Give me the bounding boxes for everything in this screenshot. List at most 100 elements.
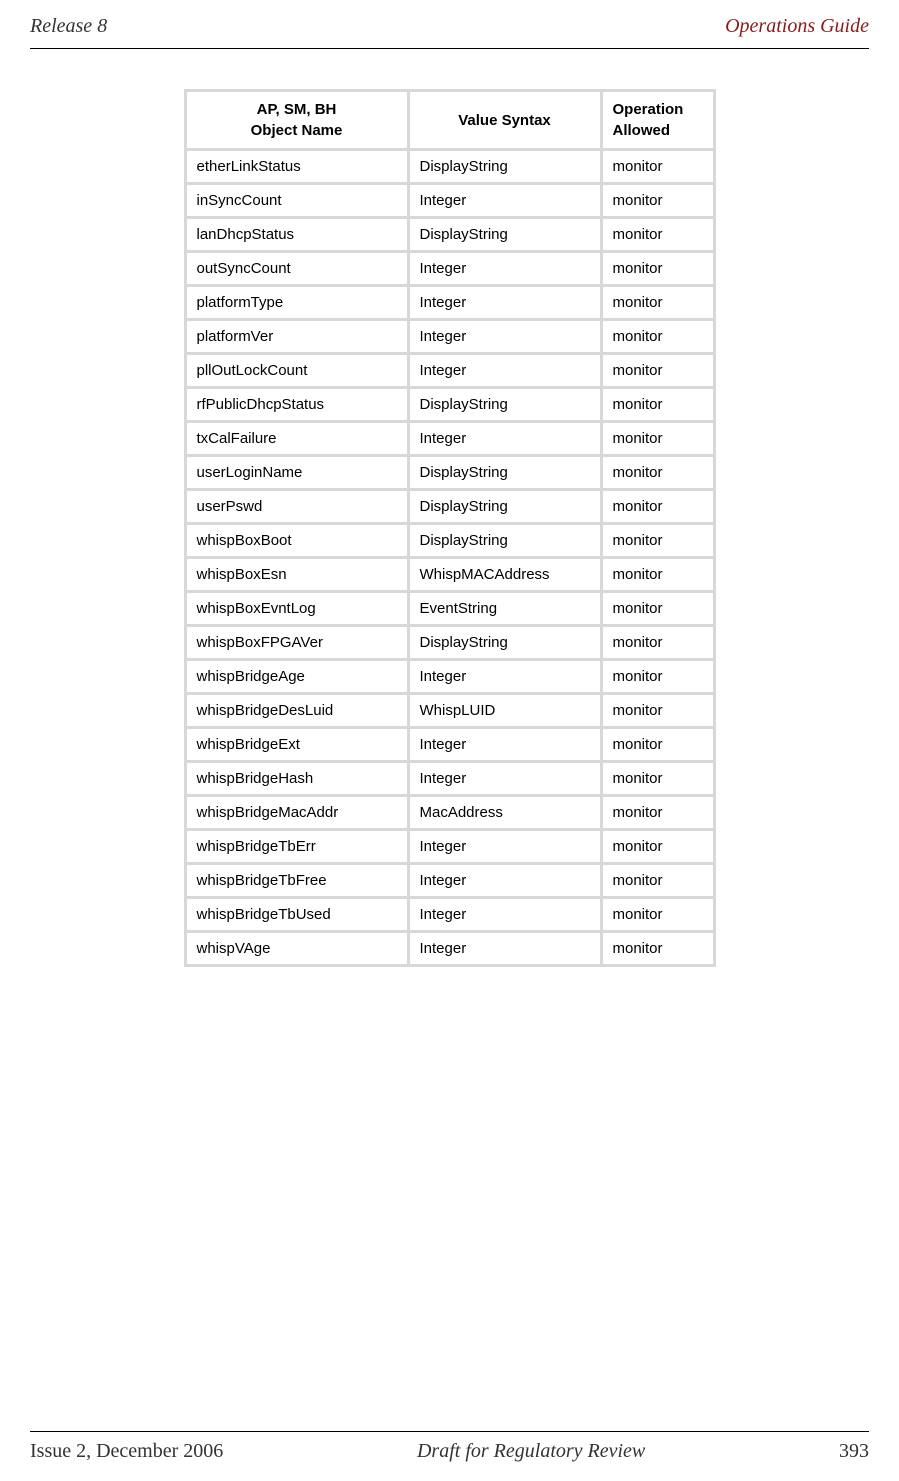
table-row: etherLinkStatusDisplayStringmonitor bbox=[185, 150, 714, 184]
table-row: whispBridgeAgeIntegermonitor bbox=[185, 660, 714, 694]
col3-line2: Allowed bbox=[613, 122, 671, 139]
cell-object-name: etherLinkStatus bbox=[185, 150, 408, 184]
cell-value-syntax: DisplayString bbox=[408, 150, 601, 184]
table-row: rfPublicDhcpStatusDisplayStringmonitor bbox=[185, 388, 714, 422]
cell-object-name: platformVer bbox=[185, 320, 408, 354]
footer-center: Draft for Regulatory Review bbox=[417, 1440, 645, 1463]
table-row: userLoginNameDisplayStringmonitor bbox=[185, 456, 714, 490]
object-table: AP, SM, BH Object Name Value Syntax Oper… bbox=[184, 89, 716, 967]
cell-object-name: userLoginName bbox=[185, 456, 408, 490]
cell-operation-allowed: monitor bbox=[601, 660, 714, 694]
cell-object-name: outSyncCount bbox=[185, 252, 408, 286]
cell-object-name: inSyncCount bbox=[185, 184, 408, 218]
cell-operation-allowed: monitor bbox=[601, 592, 714, 626]
footer-right: 393 bbox=[839, 1440, 869, 1463]
cell-value-syntax: DisplayString bbox=[408, 456, 601, 490]
cell-operation-allowed: monitor bbox=[601, 286, 714, 320]
cell-object-name: whispBridgeAge bbox=[185, 660, 408, 694]
table-container: AP, SM, BH Object Name Value Syntax Oper… bbox=[0, 79, 899, 967]
cell-object-name: userPswd bbox=[185, 490, 408, 524]
table-row: userPswdDisplayStringmonitor bbox=[185, 490, 714, 524]
cell-value-syntax: DisplayString bbox=[408, 524, 601, 558]
cell-object-name: txCalFailure bbox=[185, 422, 408, 456]
cell-object-name: whispBridgeTbErr bbox=[185, 830, 408, 864]
cell-value-syntax: Integer bbox=[408, 354, 601, 388]
cell-operation-allowed: monitor bbox=[601, 524, 714, 558]
cell-operation-allowed: monitor bbox=[601, 694, 714, 728]
cell-value-syntax: DisplayString bbox=[408, 388, 601, 422]
cell-object-name: lanDhcpStatus bbox=[185, 218, 408, 252]
col1-line1: AP, SM, BH bbox=[257, 101, 337, 118]
cell-value-syntax: Integer bbox=[408, 830, 601, 864]
table-row: whispBridgeExtIntegermonitor bbox=[185, 728, 714, 762]
cell-operation-allowed: monitor bbox=[601, 864, 714, 898]
cell-operation-allowed: monitor bbox=[601, 626, 714, 660]
col-header-value-syntax: Value Syntax bbox=[408, 91, 601, 150]
cell-value-syntax: Integer bbox=[408, 660, 601, 694]
cell-operation-allowed: monitor bbox=[601, 184, 714, 218]
cell-operation-allowed: monitor bbox=[601, 354, 714, 388]
cell-value-syntax: Integer bbox=[408, 762, 601, 796]
cell-operation-allowed: monitor bbox=[601, 150, 714, 184]
cell-operation-allowed: monitor bbox=[601, 796, 714, 830]
table-row: whispBridgeTbErrIntegermonitor bbox=[185, 830, 714, 864]
cell-operation-allowed: monitor bbox=[601, 932, 714, 966]
cell-operation-allowed: monitor bbox=[601, 898, 714, 932]
table-row: whispBridgeMacAddrMacAddressmonitor bbox=[185, 796, 714, 830]
table-row: whispBoxEsnWhispMACAddressmonitor bbox=[185, 558, 714, 592]
table-row: whispVAgeIntegermonitor bbox=[185, 932, 714, 966]
cell-value-syntax: Integer bbox=[408, 252, 601, 286]
cell-value-syntax: Integer bbox=[408, 898, 601, 932]
table-row: whispBridgeDesLuidWhispLUIDmonitor bbox=[185, 694, 714, 728]
cell-value-syntax: WhispMACAddress bbox=[408, 558, 601, 592]
cell-value-syntax: DisplayString bbox=[408, 218, 601, 252]
cell-operation-allowed: monitor bbox=[601, 456, 714, 490]
header-right: Operations Guide bbox=[725, 15, 869, 38]
table-row: whispBoxEvntLogEventStringmonitor bbox=[185, 592, 714, 626]
cell-object-name: platformType bbox=[185, 286, 408, 320]
footer-rule bbox=[30, 1431, 869, 1432]
cell-object-name: pllOutLockCount bbox=[185, 354, 408, 388]
cell-operation-allowed: monitor bbox=[601, 320, 714, 354]
cell-value-syntax: Integer bbox=[408, 422, 601, 456]
table-row: inSyncCountIntegermonitor bbox=[185, 184, 714, 218]
page-footer: Issue 2, December 2006 Draft for Regulat… bbox=[0, 1431, 899, 1463]
header-rule bbox=[30, 48, 869, 49]
table-row: whispBridgeTbFreeIntegermonitor bbox=[185, 864, 714, 898]
table-row: whispBoxBootDisplayStringmonitor bbox=[185, 524, 714, 558]
cell-object-name: whispVAge bbox=[185, 932, 408, 966]
cell-operation-allowed: monitor bbox=[601, 490, 714, 524]
cell-operation-allowed: monitor bbox=[601, 762, 714, 796]
cell-value-syntax: WhispLUID bbox=[408, 694, 601, 728]
table-row: pllOutLockCountIntegermonitor bbox=[185, 354, 714, 388]
cell-value-syntax: Integer bbox=[408, 184, 601, 218]
cell-operation-allowed: monitor bbox=[601, 252, 714, 286]
cell-operation-allowed: monitor bbox=[601, 388, 714, 422]
cell-operation-allowed: monitor bbox=[601, 728, 714, 762]
page-header: Release 8 Operations Guide bbox=[0, 0, 899, 48]
cell-object-name: whispBridgeMacAddr bbox=[185, 796, 408, 830]
cell-object-name: rfPublicDhcpStatus bbox=[185, 388, 408, 422]
cell-object-name: whispBridgeTbUsed bbox=[185, 898, 408, 932]
cell-value-syntax: Integer bbox=[408, 728, 601, 762]
cell-value-syntax: Integer bbox=[408, 320, 601, 354]
col-header-object-name: AP, SM, BH Object Name bbox=[185, 91, 408, 150]
cell-value-syntax: Integer bbox=[408, 932, 601, 966]
table-row: outSyncCountIntegermonitor bbox=[185, 252, 714, 286]
table-row: lanDhcpStatusDisplayStringmonitor bbox=[185, 218, 714, 252]
table-body: etherLinkStatusDisplayStringmonitorinSyn… bbox=[185, 150, 714, 966]
cell-operation-allowed: monitor bbox=[601, 422, 714, 456]
footer-left: Issue 2, December 2006 bbox=[30, 1440, 223, 1463]
cell-value-syntax: DisplayString bbox=[408, 626, 601, 660]
table-row: platformVerIntegermonitor bbox=[185, 320, 714, 354]
cell-object-name: whispBridgeTbFree bbox=[185, 864, 408, 898]
table-row: whispBoxFPGAVerDisplayStringmonitor bbox=[185, 626, 714, 660]
table-row: platformTypeIntegermonitor bbox=[185, 286, 714, 320]
cell-object-name: whispBridgeDesLuid bbox=[185, 694, 408, 728]
header-left: Release 8 bbox=[30, 15, 107, 38]
cell-operation-allowed: monitor bbox=[601, 830, 714, 864]
col-header-operation-allowed: Operation Allowed bbox=[601, 91, 714, 150]
cell-operation-allowed: monitor bbox=[601, 218, 714, 252]
cell-value-syntax: Integer bbox=[408, 286, 601, 320]
col1-line2: Object Name bbox=[251, 122, 343, 139]
